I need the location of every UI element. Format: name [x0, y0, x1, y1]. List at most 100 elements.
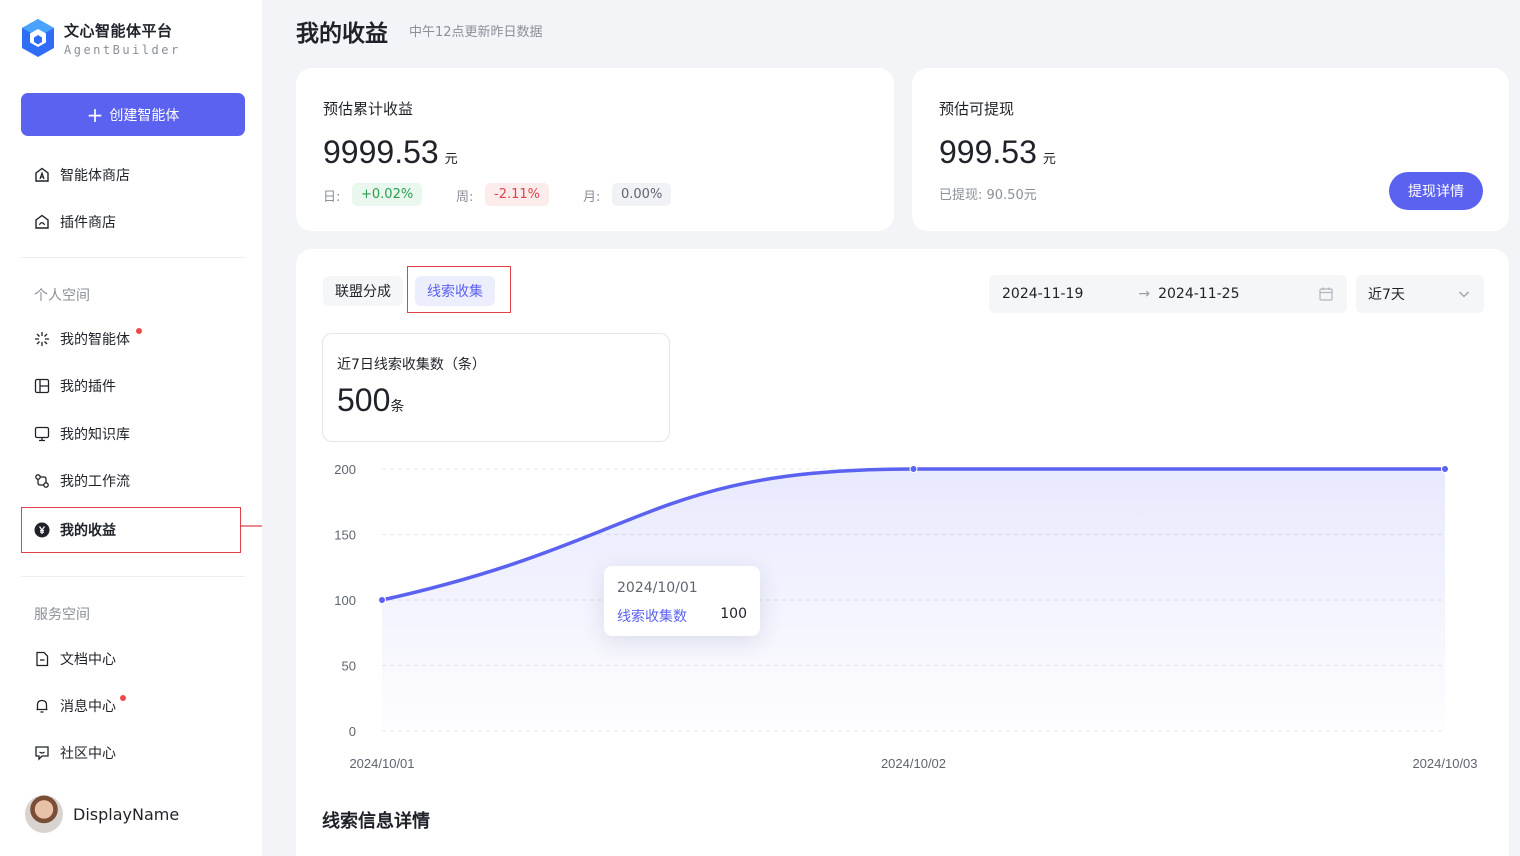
date-range-picker[interactable]: 2024-11-19 → 2024-11-25	[989, 275, 1347, 313]
date-start: 2024-11-19	[1002, 286, 1084, 302]
yen-icon	[34, 522, 50, 538]
bell-icon	[34, 698, 50, 714]
sidebar-item-label: 我的智能体	[60, 332, 130, 348]
sidebar-item-community[interactable]: 社区中心	[22, 731, 240, 775]
sidebar-item-my-agents[interactable]: 我的智能体	[22, 317, 240, 361]
sidebar-item-my-workflow[interactable]: 我的工作流	[22, 459, 240, 503]
sidebar-divider	[21, 576, 245, 577]
chevron-down-icon	[1458, 288, 1470, 304]
sidebar-item-messages[interactable]: 消息中心	[22, 684, 240, 728]
withdrawable-label: 预估可提现	[939, 100, 1015, 118]
sidebar-item-label: 消息中心	[60, 699, 116, 715]
date-end: 2024-11-25	[1158, 286, 1240, 302]
tab-highlight-box	[407, 266, 511, 313]
brand-logo[interactable]: 文心智能体平台 AgentBuilder	[20, 18, 181, 58]
month-trend-label: 月:	[583, 190, 601, 205]
chart-tooltip: 2024/10/01 线索收集数 100	[604, 566, 760, 636]
agent-store-icon	[34, 167, 50, 183]
tooltip-series: 线索收集数	[617, 609, 687, 625]
plugin-store-icon	[34, 214, 50, 230]
workflow-icon	[34, 473, 50, 489]
x-tick-label: 2024/10/02	[881, 756, 946, 771]
earnings-unit: 元	[444, 151, 458, 166]
day-trend-badge: +0.02%	[352, 183, 423, 206]
sidebar-item-my-earnings[interactable]: 我的收益	[21, 507, 241, 553]
y-tick-label: 150	[334, 528, 356, 543]
data-point	[909, 465, 918, 473]
week-trend-label: 周:	[456, 190, 474, 205]
week-trend-badge: -2.11%	[485, 183, 549, 206]
y-tick-label: 200	[334, 462, 356, 477]
leads-panel: 联盟分成 线索收集 2024-11-19 → 2024-11-25 近7天 近7…	[296, 249, 1509, 856]
notification-dot	[120, 695, 126, 701]
period-select-value: 近7天	[1368, 287, 1405, 303]
tooltip-value: 100	[720, 606, 747, 622]
user-profile[interactable]: DisplayName	[25, 795, 179, 833]
service-space-title: 服务空间	[34, 607, 90, 623]
sidebar-item-label: 我的工作流	[60, 474, 130, 490]
plus-icon: +	[86, 102, 104, 127]
create-agent-label: 创建智能体	[109, 107, 180, 124]
knowledge-icon	[34, 426, 50, 442]
x-tick-label: 2024/10/03	[1412, 756, 1477, 771]
calendar-icon	[1319, 287, 1333, 305]
notification-dot	[136, 328, 142, 334]
tab-alliance-share[interactable]: 联盟分成	[323, 276, 403, 306]
brand-title: 文心智能体平台	[64, 21, 173, 40]
document-icon	[34, 651, 50, 667]
lead-details-heading: 线索信息详情	[322, 811, 430, 832]
tooltip-date: 2024/10/01	[617, 580, 698, 596]
x-tick-label: 2024/10/01	[349, 756, 414, 771]
sidebar-divider	[21, 257, 245, 258]
withdrawable-number: 999.53	[939, 134, 1037, 170]
cumulative-earnings-card: 预估累计收益 9999.53 元 日: +0.02% 周: -2.11% 月: 0…	[296, 68, 894, 231]
cumulative-earnings-value: 9999.53 元	[323, 134, 458, 171]
y-tick-label: 0	[349, 724, 356, 739]
lead-count-number: 500	[337, 382, 391, 418]
month-trend-badge: 0.00%	[612, 183, 672, 206]
lead-count-card: 近7日线索收集数（条） 500条	[322, 333, 670, 442]
lead-count-label: 近7日线索收集数（条）	[337, 357, 486, 373]
create-agent-button[interactable]: + 创建智能体	[21, 93, 245, 136]
sidebar-item-label: 我的插件	[60, 379, 116, 395]
arrow-right-icon: →	[1138, 286, 1151, 302]
y-tick-label: 100	[334, 593, 356, 608]
page-subtitle: 中午12点更新昨日数据	[409, 25, 543, 40]
sidebar-item-agent-store[interactable]: 智能体商店	[22, 153, 240, 197]
main-content: 我的收益 中午12点更新昨日数据 预估累计收益 9999.53 元 日: +0.0…	[262, 0, 1520, 856]
user-name: DisplayName	[73, 804, 180, 824]
withdrawable-unit: 元	[1042, 151, 1056, 166]
sidebar-item-label: 插件商店	[60, 215, 116, 231]
sidebar-item-label: 智能体商店	[60, 168, 130, 184]
sidebar-item-my-knowledge[interactable]: 我的知识库	[22, 412, 240, 456]
cumulative-earnings-label: 预估累计收益	[323, 100, 414, 118]
sparkle-icon	[34, 331, 50, 347]
withdraw-details-button[interactable]: 提现详情	[1389, 172, 1483, 210]
lead-count-unit: 条	[390, 398, 405, 414]
community-icon	[34, 745, 50, 761]
sidebar-item-my-plugins[interactable]: 我的插件	[22, 364, 240, 408]
withdrawable-value: 999.53 元	[939, 134, 1056, 171]
earnings-number: 9999.53	[323, 134, 439, 170]
sidebar-item-label: 我的收益	[60, 523, 116, 539]
lead-count-value: 500条	[337, 382, 404, 419]
sidebar-item-plugin-store[interactable]: 插件商店	[22, 200, 240, 244]
period-select[interactable]: 近7天	[1356, 275, 1484, 313]
data-point	[1441, 465, 1449, 473]
y-tick-label: 50	[342, 659, 356, 674]
day-trend-label: 日:	[323, 190, 341, 205]
sidebar-item-label: 我的知识库	[60, 427, 130, 443]
withdrawable-card: 预估可提现 999.53 元 已提现: 90.50元 提现详情	[912, 68, 1509, 231]
sidebar-item-label: 文档中心	[60, 652, 116, 668]
series-area	[382, 469, 1445, 731]
personal-space-title: 个人空间	[34, 288, 90, 304]
logo-icon	[22, 19, 54, 57]
withdrawn-amount: 已提现: 90.50元	[939, 188, 1037, 203]
page-title: 我的收益	[296, 21, 388, 47]
avatar	[25, 795, 63, 833]
data-point	[378, 596, 386, 604]
lead-trend-chart: 0 50 100 150 200 2024/10/01 2024/10/02 2024/10…	[334, 462, 1477, 771]
sidebar-item-docs[interactable]: 文档中心	[22, 637, 240, 681]
brand-subtitle: AgentBuilder	[64, 42, 181, 57]
sidebar-item-label: 社区中心	[60, 746, 116, 762]
